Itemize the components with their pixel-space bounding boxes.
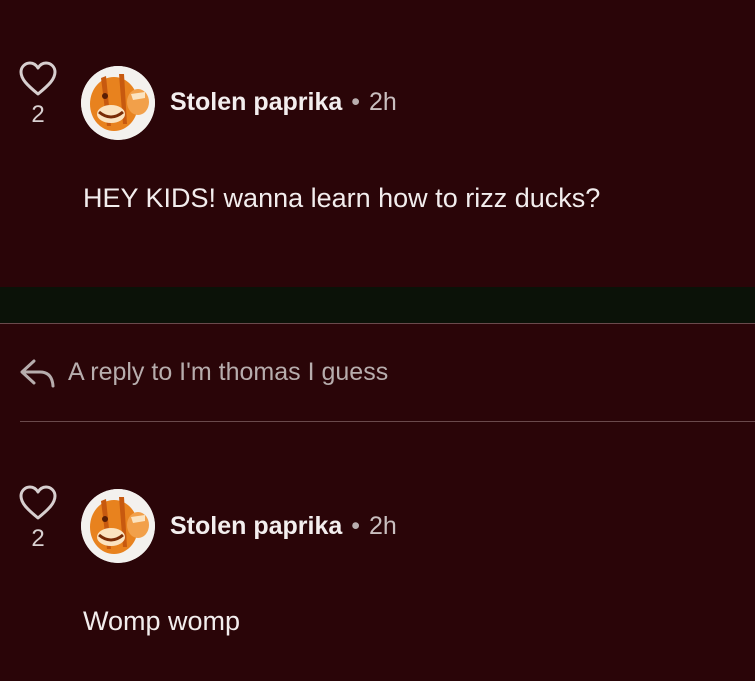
separator-dot: • [351, 88, 361, 116]
avatar[interactable] [81, 66, 155, 140]
author-name[interactable]: Stolen paprika [170, 512, 342, 540]
avatar-image [81, 489, 155, 563]
avatar-image [81, 66, 155, 140]
divider-line [20, 421, 755, 422]
reply-label[interactable]: A reply to I'm thomas I guess [68, 358, 388, 387]
separator-dot: • [351, 512, 361, 540]
comment-header: Stolen paprika • 2h [170, 512, 397, 541]
like-count: 2 [31, 525, 45, 552]
comment-header: Stolen paprika • 2h [170, 88, 397, 117]
divider-line [0, 323, 755, 324]
like-control[interactable]: 2 [18, 485, 58, 553]
comments-page: 2 Stolen paprika • 2h HEY KIDS! wanna lear… [0, 0, 755, 681]
timestamp: 2h [369, 88, 397, 116]
divider-band [0, 287, 755, 323]
reply-indicator[interactable]: A reply to I'm thomas I guess [18, 352, 388, 392]
author-name[interactable]: Stolen paprika [170, 88, 342, 116]
comment-text: Womp womp [83, 606, 241, 636]
comment-text: HEY KIDS! wanna learn how to rizz ducks? [83, 183, 601, 213]
like-control[interactable]: 2 [18, 61, 58, 129]
timestamp: 2h [369, 512, 397, 540]
reply-arrow-icon [20, 359, 55, 388]
avatar[interactable] [81, 489, 155, 563]
like-count: 2 [31, 101, 45, 128]
heart-icon[interactable] [18, 61, 58, 97]
heart-icon[interactable] [18, 485, 58, 521]
